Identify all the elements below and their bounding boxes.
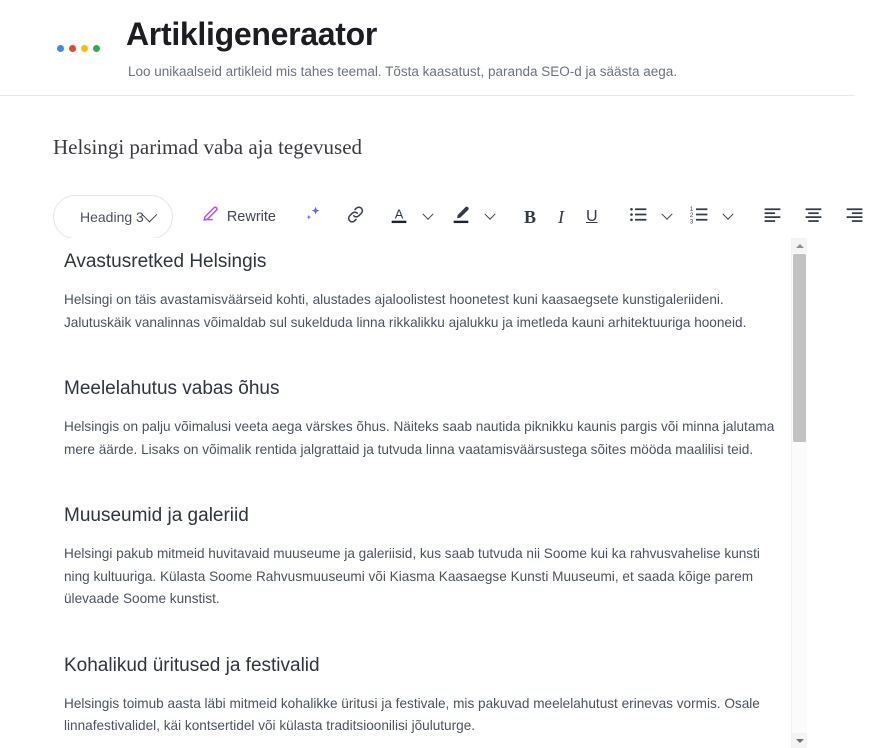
svg-text:A: A bbox=[395, 206, 404, 221]
chevron-down-icon bbox=[422, 208, 434, 220]
align-right-button[interactable] bbox=[844, 202, 865, 232]
numbered-list-button[interactable]: 1 2 3 bbox=[689, 202, 710, 232]
highlighter-icon bbox=[450, 204, 472, 231]
section-heading: Kohalikud üritused ja festivalid bbox=[64, 654, 320, 676]
article-editor-content[interactable]: Avastusretked Helsingis Helsingi on täis… bbox=[53, 238, 791, 748]
pen-edit-icon bbox=[201, 205, 220, 229]
section-paragraph: Helsingis on palju võimalusi veeta aega … bbox=[64, 419, 775, 457]
logo-dot-blue bbox=[57, 44, 64, 52]
app-logo bbox=[57, 41, 105, 55]
ai-sparkle-button[interactable] bbox=[302, 202, 323, 232]
text-color-icon: A bbox=[388, 204, 410, 231]
bulleted-list-icon bbox=[628, 204, 649, 230]
article-section: Muuseumid ja galeriid Helsingi pakub mit… bbox=[64, 489, 777, 611]
rewrite-button[interactable]: Rewrite bbox=[201, 205, 276, 229]
logo-dot-red bbox=[69, 44, 76, 52]
article-section: Meelelahutus vabas õhus Helsingis on pal… bbox=[64, 362, 777, 461]
numbered-list-icon: 1 2 3 bbox=[689, 204, 710, 230]
align-left-button[interactable] bbox=[762, 202, 783, 232]
app-header: Artikligeneraator Loo unikaalseid artikl… bbox=[0, 0, 878, 96]
italic-button[interactable]: I bbox=[558, 202, 564, 232]
section-paragraph: Helsingi pakub mitmeid huvitavaid muuseu… bbox=[64, 546, 760, 606]
article-section: Kohalikud üritused ja festivalid Helsing… bbox=[64, 639, 777, 738]
bulleted-list-button[interactable] bbox=[628, 202, 649, 232]
article-section: Avastusretked Helsingis Helsingi on täis… bbox=[64, 238, 777, 334]
scrollbar-thumb[interactable] bbox=[793, 254, 806, 442]
highlight-color-button[interactable] bbox=[450, 202, 472, 232]
logo-dot-yellow bbox=[81, 44, 88, 52]
section-paragraph: Helsingis toimub aasta läbi mitmeid koha… bbox=[64, 695, 760, 734]
link-icon bbox=[345, 204, 366, 230]
underline-button[interactable]: U bbox=[586, 202, 598, 232]
text-color-button[interactable]: A bbox=[388, 202, 410, 232]
section-heading: Muuseumid ja galeriid bbox=[64, 505, 249, 526]
align-center-button[interactable] bbox=[803, 202, 824, 232]
section-paragraph: Helsingi on täis avastamisväärseid kohti… bbox=[64, 292, 747, 330]
triangle-down-icon bbox=[795, 738, 804, 743]
editor-scrollbar[interactable] bbox=[791, 238, 807, 748]
align-left-icon bbox=[762, 204, 783, 230]
header-divider bbox=[0, 95, 855, 96]
chevron-down-icon bbox=[721, 208, 734, 220]
heading-style-value: Heading 3 bbox=[80, 209, 144, 225]
svg-text:3: 3 bbox=[689, 218, 693, 225]
triangle-up-icon bbox=[795, 243, 804, 248]
align-center-icon bbox=[803, 204, 824, 230]
bulleted-list-dropdown[interactable] bbox=[660, 202, 673, 232]
scroll-up-arrow-icon[interactable] bbox=[792, 238, 807, 253]
text-color-dropdown[interactable] bbox=[422, 202, 434, 232]
editor-toolbar: Heading 3 Rewrite A B I U 1 2 3 bbox=[53, 192, 862, 242]
numbered-list-dropdown[interactable] bbox=[721, 202, 734, 232]
document-title[interactable]: Helsingi parimad vaba aja tegevused bbox=[53, 133, 362, 161]
chevron-down-icon bbox=[484, 208, 496, 220]
chevron-down-icon bbox=[660, 208, 673, 220]
insert-link-button[interactable] bbox=[345, 202, 366, 232]
bold-button[interactable]: B bbox=[524, 202, 536, 232]
highlight-dropdown[interactable] bbox=[484, 202, 496, 232]
rewrite-label: Rewrite bbox=[226, 209, 276, 225]
section-heading: Avastusretked Helsingis bbox=[64, 251, 267, 272]
section-heading: Meelelahutus vabas õhus bbox=[64, 378, 280, 399]
page-subtitle: Loo unikaalseid artikleid mis tahes teem… bbox=[128, 64, 678, 79]
heading-style-select[interactable]: Heading 3 bbox=[53, 195, 173, 239]
logo-dot-green bbox=[93, 44, 100, 52]
page-title: Artikligeneraator bbox=[126, 16, 377, 52]
align-right-icon bbox=[844, 204, 865, 230]
scroll-down-arrow-icon[interactable] bbox=[792, 733, 807, 748]
sparkle-icon bbox=[302, 204, 323, 230]
